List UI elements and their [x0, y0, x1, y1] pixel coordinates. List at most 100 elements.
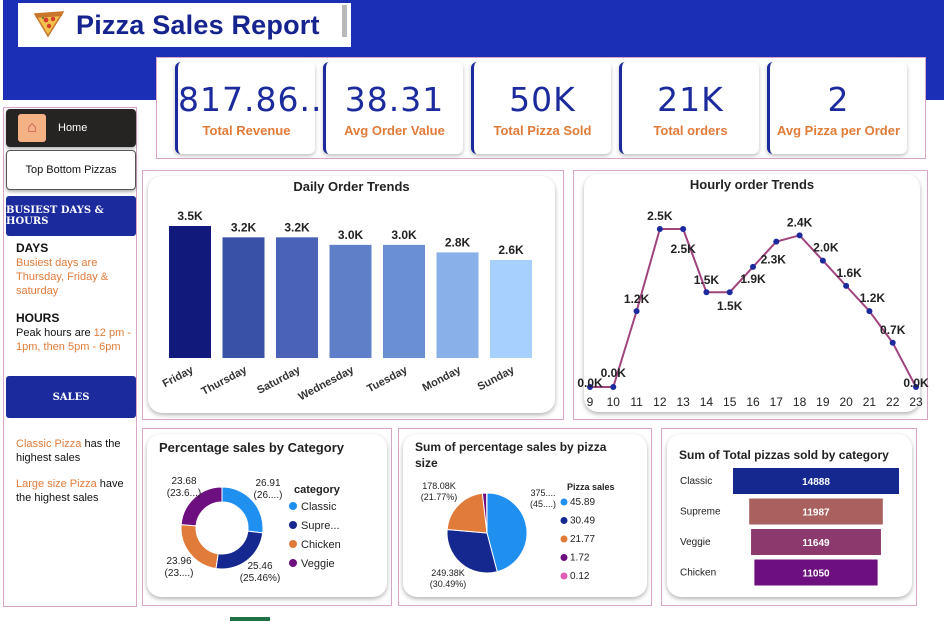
donut-legend-title: category: [294, 484, 341, 496]
donut-legend-marker: [289, 521, 297, 529]
daily-bar: [490, 259, 532, 358]
hourly-tick-label: 16: [746, 395, 760, 409]
sheet-tab-indicator[interactable]: [230, 617, 270, 621]
daily-bar: [383, 244, 425, 358]
daily-bar-label: 3.5K: [177, 209, 203, 223]
sales-note-2: Large size Pizza have: [16, 477, 124, 491]
sidebar: ⌂ Home Top Bottom Pizzas BUSIEST DAYS & …: [3, 107, 137, 607]
daily-category-label: Sunday: [476, 364, 517, 394]
hourly-data-label: 1.9K: [740, 272, 766, 286]
hourly-tick-label: 14: [700, 395, 714, 409]
donut-slice-label: 25.46: [247, 561, 272, 572]
home-button[interactable]: ⌂ Home: [6, 109, 136, 147]
hourly-tick-label: 13: [676, 395, 690, 409]
daily-bar: [222, 237, 265, 358]
hourly-data-label: 2.0K: [813, 241, 839, 255]
daily-trend-panel: Daily Order Trends 3.5K Friday 3.2K Thursda…: [142, 170, 564, 420]
size-pie-slice-label: 375....: [530, 488, 555, 498]
category-donut-chart: 26.91(26....) 25.46(25.46%) 23.96(23....) 2…: [165, 476, 341, 584]
size-pie-legend-marker: [560, 572, 568, 580]
size-pie-legend-marker: [560, 517, 568, 524]
size-pie-legend-label: 1.72: [570, 553, 590, 564]
category-donut-panel: Percentage sales by Category 26.91 (26...…: [142, 428, 392, 606]
hourly-data-label: 2.5K: [670, 242, 696, 256]
size-pie-card: Sum of percentage sales by pizza size 37…: [403, 434, 647, 597]
donut-legend-label: Veggie: [301, 558, 335, 570]
hourly-point: [703, 289, 710, 296]
top-bottom-pizzas-button[interactable]: Top Bottom Pizzas: [6, 150, 136, 190]
funnel-category-label: Supreme: [680, 507, 721, 518]
size-pie-legend-marker: [560, 498, 568, 506]
hourly-data-label: 1.2K: [860, 291, 886, 305]
hourly-point: [773, 238, 780, 245]
daily-trend-card: Daily Order Trends 3.5K Friday 3.2K Thursda…: [148, 176, 555, 413]
hours-pre-text: Peak hours are: [16, 327, 94, 339]
hours-line-1: Peak hours are 12 pm -: [16, 326, 131, 340]
donut-slice-label: (23....): [165, 568, 194, 579]
size-pie-slice-label: 178.08K: [422, 481, 456, 491]
hourly-point: [796, 232, 803, 239]
daily-bar-label: 3.0K: [338, 228, 364, 242]
hourly-tick-label: 19: [816, 395, 830, 409]
kpi-value: 50K: [509, 80, 576, 119]
hourly-data-label: 2.3K: [761, 253, 787, 267]
daily-trend-chart: 3.5K Friday 3.2K Thursday 3.2K Saturday 3.0K We…: [161, 209, 532, 404]
kpi-label: Total Revenue: [202, 123, 291, 138]
home-icon: ⌂: [18, 114, 46, 142]
funnel-bar-label: 14888: [802, 477, 830, 488]
text-cursor-bar: [342, 5, 347, 37]
kpi-value: 2: [827, 80, 850, 119]
sales-note-1-highlight: Classic Pizza: [16, 438, 82, 450]
size-pie-legend-label: 0.12: [570, 571, 590, 582]
daily-bar: [329, 244, 372, 358]
size-pie-legend-title: Pizza sales: [567, 482, 615, 492]
category-donut-card: Percentage sales by Category 26.91 (26...…: [147, 434, 387, 597]
days-heading: DAYS: [16, 241, 49, 255]
size-pie-chart: 375....(45....) 249.38K(30.49%) 178.08K(21…: [421, 481, 615, 589]
daily-bar-label: 2.6K: [498, 243, 524, 257]
hourly-data-label: 1.5K: [717, 299, 743, 313]
donut-slice-label: (26....): [254, 490, 283, 501]
hourly-data-label: 2.5K: [647, 209, 673, 223]
size-pie-panel: Sum of percentage sales by pizza size 37…: [398, 428, 652, 606]
hourly-tick-label: 23: [909, 395, 923, 409]
size-pie-legend-marker: [560, 535, 568, 543]
hourly-data-label: 0.0K: [577, 376, 603, 390]
funnel-bar-label: 11987: [802, 508, 830, 519]
sales-note-2-highlight: Large size Pizza: [16, 478, 97, 490]
hourly-tick-label: 15: [723, 395, 737, 409]
hourly-point: [633, 308, 640, 315]
donut-slice-label: 23.68: [171, 476, 196, 487]
sales-note-1-rest: has the: [81, 438, 121, 450]
hourly-trend-panel: Hourly order Trends 0.0K 9 0.0K 10 1.2K 11 2.5…: [573, 170, 929, 420]
home-button-label: Home: [58, 122, 88, 134]
size-pie-slice-label: (21.77%): [421, 492, 458, 502]
funnel-chart: 14888 Classic 11987 Supreme 11649 Veggie 11050…: [680, 468, 899, 586]
funnel-panel: Sum of Total pizzas sold by category 148…: [661, 428, 917, 606]
hourly-data-label: 0.0K: [601, 366, 627, 380]
size-pie-legend-label: 21.77: [570, 534, 595, 545]
donut-legend-marker: [289, 502, 297, 510]
sales-note-1: Classic Pizza has the: [16, 437, 121, 451]
daily-bar: [436, 252, 479, 358]
daily-category-label: Wednesday: [296, 364, 356, 404]
hourly-data-label: 0.7K: [880, 323, 906, 337]
kpi-row: 817.86.. Total Revenue 38.31 Avg Order V…: [156, 57, 926, 159]
funnel-category-label: Veggie: [680, 537, 711, 548]
donut-slice-label: (23.6...): [167, 488, 201, 499]
daily-bar: [169, 226, 211, 358]
hourly-point: [680, 226, 687, 232]
hours-highlight-2: 1pm, then 5pm - 6pm: [16, 341, 121, 353]
hourly-tick-label: 11: [630, 395, 643, 409]
daily-category-label: Thursday: [200, 364, 250, 398]
hourly-point: [866, 308, 873, 315]
funnel-category-label: Chicken: [680, 568, 716, 579]
hourly-point: [726, 289, 733, 296]
hourly-point: [889, 339, 896, 346]
size-pie-slice-label: (45....): [530, 499, 556, 509]
hourly-point: [610, 384, 617, 390]
donut-slice-label: 23.96: [166, 556, 191, 567]
hourly-data-label: 0.0K: [903, 376, 929, 390]
hourly-data-label: 1.2K: [624, 292, 650, 306]
hourly-data-label: 1.6K: [836, 266, 862, 280]
